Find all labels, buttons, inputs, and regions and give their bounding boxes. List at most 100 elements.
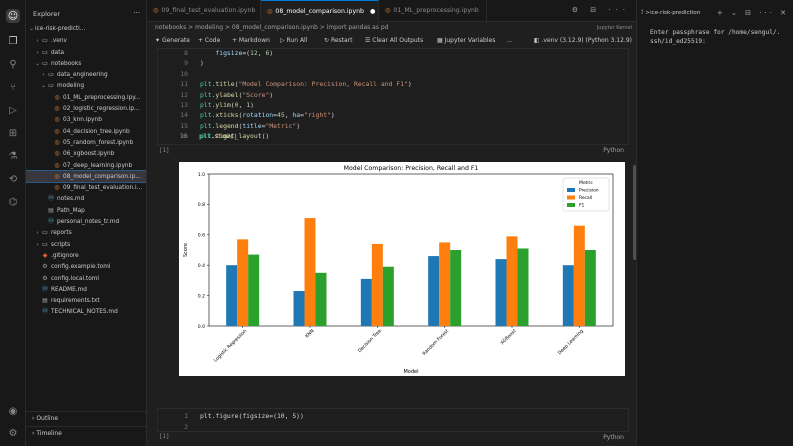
modified-dot-icon[interactable]: ● xyxy=(370,8,375,15)
notebook-icon: ◎ xyxy=(153,7,159,14)
code-cell-1[interactable]: 8 9 10 11 12 13 14 15 16 figsize=(12, 6)… xyxy=(157,48,629,145)
chevron-down-icon: ⌄ xyxy=(35,60,40,67)
tree-file[interactable]: ◎ 09_final_test_evaluation.i... xyxy=(26,182,146,193)
y-tick-label: 0.6 xyxy=(198,233,205,239)
chevron-right-icon: › xyxy=(32,430,35,437)
tab-model-comparison[interactable]: ◎ 08_model_comparison.ipynb ● xyxy=(261,0,379,22)
tree-file[interactable]: Ⓜ TECHNICAL_NOTES.md xyxy=(26,306,146,317)
x-tick-label: KNN xyxy=(304,328,315,339)
tree-file[interactable]: ◎ 06_xgboost.ipynb xyxy=(26,148,146,159)
bar-f1 xyxy=(584,250,596,326)
jupyter-variables-button[interactable]: ▦ Jupyter Variables xyxy=(437,37,495,44)
copilot-icon[interactable]: ☺ xyxy=(6,9,20,23)
outline-section[interactable]: › Outline xyxy=(26,411,146,425)
x-tick-label: Logistic Regression xyxy=(213,328,248,363)
folder-icon: ▭ xyxy=(48,82,54,90)
more-actions-icon[interactable]: ··· xyxy=(133,9,140,17)
search-icon[interactable]: ⚲ xyxy=(6,57,20,71)
tree-file[interactable]: ◎ 04_decision_tree.ipynb xyxy=(26,126,146,137)
tree-folder[interactable]: › ▭ .venv xyxy=(26,35,146,46)
tab-ml-preprocessing[interactable]: ◎ 01_ML_preprocessing.ipynb xyxy=(379,0,487,22)
tree-item-label: personal_notes_tr.md xyxy=(57,219,120,226)
run-debug-icon[interactable]: ▷ xyxy=(6,103,20,117)
file-icon: ▤ xyxy=(42,297,48,305)
tree-item-label: 07_deep_learning.ipynb xyxy=(63,162,133,169)
generate-label: Generate xyxy=(161,37,190,44)
legend-label: F1 xyxy=(579,203,585,209)
x-tick-label: Decision Tree xyxy=(357,328,383,354)
tree-file[interactable]: ◎ 01_ML_preprocessing.ipy... xyxy=(26,92,146,103)
tree-folder[interactable]: ⌄ ▭ notebooks xyxy=(26,58,146,69)
bar-f1 xyxy=(450,250,462,326)
tab-final-test-evaluation[interactable]: ◎ 09_final_test_evaluation.ipynb xyxy=(147,0,261,22)
kernel-picker[interactable]: ◧ .venv (3.12.9) (Python 3.12.9) xyxy=(534,37,632,44)
tree-file[interactable]: ⚙ config.example.toml xyxy=(26,261,146,272)
terminal-line: ssh/id_ed25519: xyxy=(650,38,706,45)
tree-item-label: 09_final_test_evaluation.i... xyxy=(63,185,143,192)
tree-file[interactable]: ◎ 02_logistic_regression.ip... xyxy=(26,103,146,114)
notebook-icon: ◎ xyxy=(54,172,60,180)
md-icon: Ⓜ xyxy=(47,218,54,226)
run-all-label: Run All xyxy=(286,37,308,44)
cell-language[interactable]: Python xyxy=(603,147,624,154)
tree-file[interactable]: ◎ 07_deep_learning.ipynb xyxy=(26,160,146,171)
code-cell-2[interactable]: 1 2 plt.figure(figsize=(10, 5)) xyxy=(157,408,629,432)
remote-icon[interactable]: ⟲ xyxy=(6,172,20,186)
chevron-right-icon: › xyxy=(36,49,39,56)
settings-gear-icon[interactable]: ⚙ xyxy=(6,426,20,440)
tree-file[interactable]: ◎ 03_knn.ipynb xyxy=(26,114,146,125)
tree-folder[interactable]: ⌄ ▭ modeling xyxy=(26,80,146,91)
restart-button[interactable]: ↻ Restart xyxy=(324,37,353,44)
generate-button[interactable]: ✦ Generate xyxy=(155,37,190,44)
tree-file[interactable]: ◆ .gitignore xyxy=(26,250,146,261)
terminal-actions[interactable]: + ⌄ ⊟ ··· ✕ xyxy=(717,9,789,17)
chevron-down-icon: ⌄ xyxy=(29,26,34,32)
extensions-icon[interactable]: ⊞ xyxy=(6,126,20,140)
source-control-icon[interactable]: ⑂ xyxy=(6,80,20,94)
clear-outputs-button[interactable]: ☰ Clear All Outputs xyxy=(365,37,423,44)
tree-file[interactable]: ▤ Path_Map xyxy=(26,205,146,216)
more-toolbar-button[interactable]: ... xyxy=(507,37,513,44)
code-line: plt.xticks(rotation=45, ha="right") xyxy=(200,111,335,120)
cell-language[interactable]: Python xyxy=(603,434,624,441)
add-markdown-button[interactable]: + Markdown xyxy=(232,37,270,44)
terminal-tab[interactable]: ℐ >ice-risk-prediction xyxy=(641,10,700,16)
tree-item-label: .venv xyxy=(51,38,67,45)
x-tick-label: XGBoost xyxy=(499,328,517,346)
tree-file[interactable]: ▤ requirements.txt xyxy=(26,295,146,306)
chevron-right-icon: › xyxy=(36,38,39,45)
breadcrumb[interactable]: notebooks > modeling > 08_model_comparis… xyxy=(155,24,389,31)
tree-item-label: scripts xyxy=(51,241,71,248)
file-icon: ▤ xyxy=(48,206,54,214)
add-code-button[interactable]: + Code xyxy=(198,37,220,44)
chevron-right-icon: › xyxy=(36,230,39,237)
python-icon[interactable]: ⌬ xyxy=(6,195,20,209)
code-line: figsize=(12, 6) xyxy=(215,49,274,57)
tree-folder[interactable]: › ▭ scripts xyxy=(26,239,146,250)
account-icon[interactable]: ◉ xyxy=(6,404,20,418)
code-line: plt.title("Model Comparison: Precision, … xyxy=(200,80,412,89)
line-number: 16 xyxy=(179,132,187,140)
testing-icon[interactable]: ⚗ xyxy=(6,149,20,163)
tree-file[interactable]: Ⓜnotes.md xyxy=(26,193,146,204)
run-all-button[interactable]: ▷ Run All xyxy=(280,37,307,44)
chart-title: Model Comparison: Precision, Recall and … xyxy=(344,165,479,172)
git-icon: ◆ xyxy=(42,251,48,259)
tree-folder[interactable]: › ▭ data xyxy=(26,47,146,58)
notebook-icon: ◎ xyxy=(54,150,60,158)
editor-actions[interactable]: ⚙ ⊟ ··· xyxy=(572,6,630,14)
tree-folder[interactable]: › ▭ data_engineering xyxy=(26,69,146,80)
tree-file[interactable]: ◎ 05_random_forest.ipynb xyxy=(26,137,146,148)
files-icon[interactable]: ❐ xyxy=(6,34,20,48)
tree-folder[interactable]: › ▭ reports xyxy=(26,227,146,238)
tree-item-label: .gitignore xyxy=(51,252,79,259)
line-number: 14 xyxy=(180,111,188,120)
code-line: plt.ylabel("Score") xyxy=(200,90,274,99)
timeline-section[interactable]: › Timeline xyxy=(26,426,146,440)
tree-file[interactable]: Ⓜpersonal_notes_tr.md xyxy=(26,216,146,227)
tree-file[interactable]: Ⓜ README.md xyxy=(26,284,146,295)
bar-recall xyxy=(439,242,451,326)
tree-file[interactable]: ⚙ config.local.toml xyxy=(26,273,146,284)
root-folder[interactable]: ⌄ice-risk-predicti... xyxy=(26,24,146,35)
tree-file[interactable]: ◎ 08_model_comparison.ip... xyxy=(26,169,146,184)
